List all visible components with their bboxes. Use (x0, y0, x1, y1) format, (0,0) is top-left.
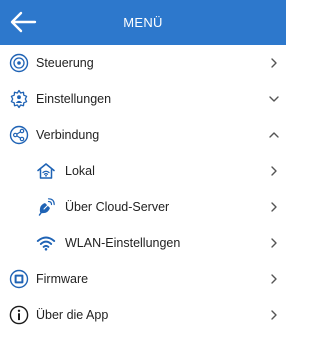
chevron-right-icon (268, 273, 280, 285)
menu-item-label: Einstellungen (36, 92, 112, 106)
chevron-right-icon (268, 165, 280, 177)
info-icon (9, 305, 29, 325)
submenu-item-label: Lokal (65, 164, 95, 178)
menu-item-steuerung[interactable]: Steuerung (0, 45, 286, 81)
menu-item-ueber-die-app[interactable]: Über die App (0, 297, 286, 333)
submenu-item-label: Über Cloud-Server (65, 200, 170, 214)
chevron-right-icon (268, 57, 280, 69)
menu-list: Steuerung Einstellungen Verbindung Lokal… (0, 45, 286, 333)
menu-item-label: Über die App (36, 308, 109, 322)
wifi-icon (36, 233, 56, 253)
menu-item-label: Steuerung (36, 56, 94, 70)
share-icon (9, 125, 29, 145)
target-icon (9, 53, 29, 73)
menu-item-einstellungen[interactable]: Einstellungen (0, 81, 286, 117)
chevron-right-icon (268, 201, 280, 213)
app-header: MENÜ (0, 0, 286, 45)
chevron-right-icon (268, 309, 280, 321)
menu-item-label: Firmware (36, 272, 89, 286)
submenu-item-lokal[interactable]: Lokal (0, 153, 286, 189)
chevron-right-icon (268, 237, 280, 249)
page-title: MENÜ (123, 15, 163, 30)
menu-item-verbindung[interactable]: Verbindung (0, 117, 286, 153)
chip-icon (9, 269, 29, 289)
submenu-item-wlan-einstellungen[interactable]: WLAN-Einstellungen (0, 225, 286, 261)
chevron-up-icon (268, 129, 280, 141)
chevron-down-icon (268, 93, 280, 105)
menu-item-firmware[interactable]: Firmware (0, 261, 286, 297)
submenu-item-label: WLAN-Einstellungen (65, 236, 181, 250)
menu-item-label: Verbindung (36, 128, 100, 142)
satellite-icon (36, 197, 56, 217)
home-wifi-icon (36, 161, 56, 181)
submenu-item-cloud-server[interactable]: Über Cloud-Server (0, 189, 286, 225)
gear-person-icon (9, 89, 29, 109)
